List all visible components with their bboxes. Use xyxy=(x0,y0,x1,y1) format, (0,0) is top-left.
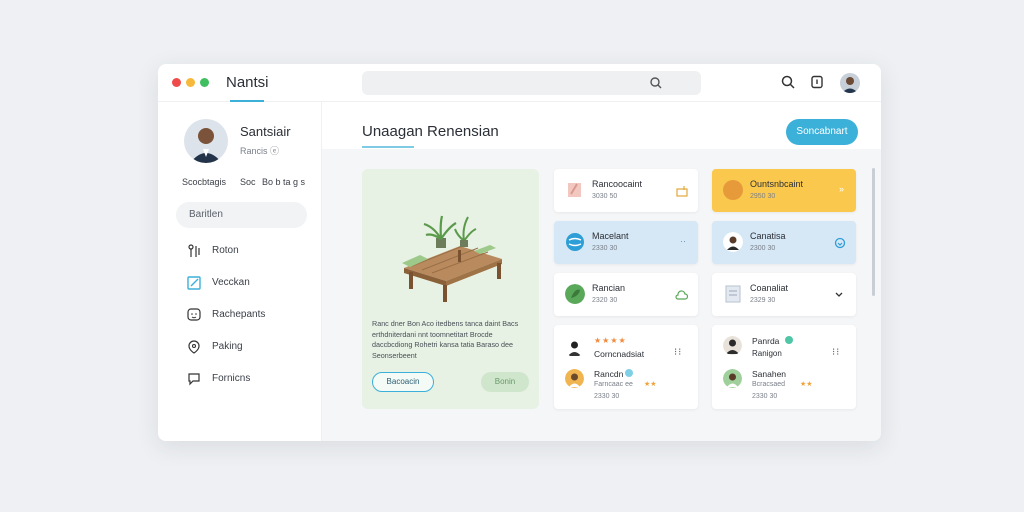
avatar xyxy=(723,369,742,388)
hero-card: Ranc dner Bon Aco itedbens tanca daint B… xyxy=(362,169,539,409)
sidebar-item-label: Fornicns xyxy=(212,373,251,384)
reviewer-name: Panrda xyxy=(752,336,780,346)
verified-icon xyxy=(625,369,633,377)
sidebar-search[interactable]: Baritlen xyxy=(176,202,307,228)
cloud-icon[interactable] xyxy=(675,289,688,301)
doc-icon xyxy=(725,285,741,303)
reviewer-meta: Farncaac ee xyxy=(594,381,633,388)
page-title-underline xyxy=(362,146,414,148)
sidebar-item-label: Vecckan xyxy=(212,277,250,288)
rating-stars: ★★ xyxy=(644,381,657,388)
comment-icon xyxy=(188,373,200,386)
profile-stat: Scocbtagis xyxy=(182,177,227,187)
stat-card[interactable]: Coanaliat 2329 30 xyxy=(712,273,856,316)
user-avatar[interactable] xyxy=(840,73,860,93)
card-subtitle: 2300 30 xyxy=(750,245,776,252)
sidebar-item-paking[interactable]: Paking xyxy=(186,337,306,357)
app-title: Nantsi xyxy=(226,74,269,91)
main-content: Unaagan Renensian Soncabnart Ranc dner B… xyxy=(322,102,881,441)
globe-icon xyxy=(566,233,584,251)
search-input[interactable] xyxy=(362,71,701,95)
more-options-icon[interactable]: ⁝⁝ xyxy=(674,347,682,358)
card-title: Ountsnbcaint xyxy=(750,179,804,189)
more-options-icon[interactable]: ⁝⁝ xyxy=(832,347,840,358)
bench-plants-illustration xyxy=(402,215,502,302)
card-title: Rancoocaint xyxy=(592,179,643,189)
stat-card[interactable]: Rancian 2320 30 xyxy=(554,273,698,316)
title-bar: Nantsi xyxy=(158,64,881,102)
profile-name: Santsiair xyxy=(240,124,291,139)
card-title: Coanaliat xyxy=(750,283,789,293)
rating-stars: ★★★★ xyxy=(594,336,627,345)
card-subtitle: 3030 50 xyxy=(592,193,618,200)
avatar xyxy=(565,338,584,357)
review-card[interactable]: Panrda Ranigon ⁝⁝ Sanahen Bcracsaed ★★ 2… xyxy=(712,325,856,409)
card-subtitle: 2950 30 xyxy=(750,193,776,200)
minimize-window-button[interactable] xyxy=(186,78,195,87)
scrollbar[interactable] xyxy=(872,168,875,296)
card-title: Canatisa xyxy=(750,231,786,241)
pin-icon xyxy=(188,340,200,354)
profile-avatar[interactable] xyxy=(184,119,228,163)
chevron-down-icon[interactable] xyxy=(834,290,844,300)
review-date: 2330 30 xyxy=(752,393,778,400)
review-date: 2330 30 xyxy=(594,393,620,400)
primary-action-button[interactable]: Soncabnart xyxy=(786,119,858,145)
chat-icon xyxy=(187,308,201,321)
sidebar: Santsiair Rancis ⓔ Scocbtagis Soc Bo b t… xyxy=(158,102,322,441)
search-icon xyxy=(650,77,662,89)
notification-icon[interactable] xyxy=(809,74,825,90)
main-header: Unaagan Renensian Soncabnart xyxy=(322,102,881,149)
profile-stat: Bo b ta g s xyxy=(262,177,306,187)
close-window-button[interactable] xyxy=(172,78,181,87)
reviewer-name: Sanahen xyxy=(752,369,787,379)
stat-card[interactable]: Canatisa 2300 30 xyxy=(712,221,856,264)
rating-stars: ★★ xyxy=(800,381,813,388)
hero-secondary-button[interactable]: Bonin xyxy=(481,372,529,392)
card-subtitle: 2329 30 xyxy=(750,297,776,304)
card-title: Rancian xyxy=(592,283,626,293)
avatar xyxy=(565,369,584,388)
reviewer-meta: Bcracsaed xyxy=(752,381,786,388)
search-icon[interactable] xyxy=(780,74,796,90)
stat-card[interactable]: Rancoocaint 3030 50 xyxy=(554,169,698,212)
verified-icon xyxy=(785,336,793,344)
reviewer-name: Rancdn xyxy=(594,369,624,379)
stat-card[interactable]: Ountsnbcaint 2950 30 » xyxy=(712,169,856,212)
sidebar-item-label: Paking xyxy=(212,341,243,352)
more-icon[interactable]: ·· xyxy=(680,236,686,246)
coin-icon xyxy=(723,180,743,200)
sidebar-item-fornicns[interactable]: Fornicns xyxy=(186,369,306,389)
avatar xyxy=(723,336,742,355)
review-card[interactable]: ★★★★ Corncnadsiat ⁝⁝ Rancdn Farncaac ee … xyxy=(554,325,698,409)
sidebar-item-label: Roton xyxy=(212,245,239,256)
sidebar-item-rachepants[interactable]: Rachepants xyxy=(186,305,306,325)
profile-subtitle: Rancis ⓔ xyxy=(240,146,280,156)
sidebar-item-label: Rachepants xyxy=(212,309,266,320)
user-icon xyxy=(723,232,743,252)
page-title: Unaagan Renensian xyxy=(362,123,499,140)
forward-icon[interactable]: » xyxy=(839,184,844,194)
review-title: Corncnadsiat xyxy=(594,349,645,359)
sidebar-item-vecckan[interactable]: Vecckan xyxy=(186,273,306,293)
leaf-icon xyxy=(565,284,585,304)
card-subtitle: 2320 30 xyxy=(592,297,618,304)
avatar-icon xyxy=(842,77,858,93)
reviewer-meta: Ranigon xyxy=(752,349,782,358)
hero-primary-button[interactable]: Bacoacin xyxy=(372,372,434,392)
maximize-window-button[interactable] xyxy=(200,78,209,87)
edit-icon xyxy=(187,276,201,290)
sidebar-item-roton[interactable]: Roton xyxy=(186,241,306,261)
card-subtitle: 2330 30 xyxy=(592,245,618,252)
profile-stat: Soc xyxy=(240,177,256,187)
people-icon xyxy=(188,244,200,257)
refresh-icon[interactable] xyxy=(834,237,846,249)
box-icon xyxy=(568,183,581,197)
chart-icon[interactable] xyxy=(676,185,688,197)
avatar-icon xyxy=(190,128,222,163)
card-title: Macelant xyxy=(592,231,629,241)
hero-description: Ranc dner Bon Aco itedbens tanca daint B… xyxy=(372,319,519,360)
stat-card[interactable]: Macelant 2330 30 ·· xyxy=(554,221,698,264)
app-window: Nantsi Santsiair Rancis ⓔ Scocbtagis Soc… xyxy=(158,64,881,441)
